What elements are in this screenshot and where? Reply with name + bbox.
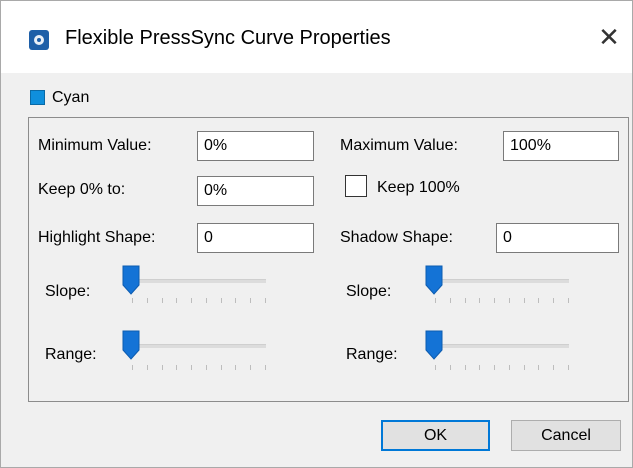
- shadow-range-label: Range:: [346, 346, 398, 363]
- slider-thumb[interactable]: [425, 265, 443, 295]
- slider-thumb[interactable]: [122, 330, 140, 360]
- channel-name: Cyan: [52, 89, 90, 106]
- slider-track[interactable]: [429, 344, 569, 348]
- slider-tick: [132, 298, 133, 303]
- slider-tick: [479, 365, 481, 370]
- slider-tick: [250, 365, 252, 370]
- close-icon[interactable]: ✕: [591, 23, 627, 55]
- slider-tick: [568, 365, 569, 370]
- keep-100-checkbox[interactable]: [345, 175, 367, 197]
- slider-tick: [235, 298, 237, 303]
- slider-tick: [494, 365, 496, 370]
- slider-tick: [191, 298, 193, 303]
- highlight-range-label: Range:: [45, 346, 97, 363]
- slider-tick: [538, 298, 540, 303]
- slider-track[interactable]: [126, 279, 266, 283]
- shadow-slope-label: Slope:: [346, 283, 392, 300]
- slider-tick: [250, 298, 252, 303]
- slider-tick: [449, 298, 451, 303]
- slider-tick: [161, 365, 163, 370]
- slider-tick: [132, 365, 133, 370]
- slider-thumb[interactable]: [425, 330, 443, 360]
- keep-0-input[interactable]: 0%: [197, 176, 314, 206]
- highlight-slope-label: Slope:: [45, 283, 91, 300]
- slider-tick: [205, 365, 207, 370]
- slider-track[interactable]: [429, 279, 569, 283]
- slider-tick: [265, 298, 266, 303]
- window-title: Flexible PressSync Curve Properties: [65, 27, 391, 49]
- channel-color-swatch: [30, 90, 45, 105]
- slider-tick: [205, 298, 207, 303]
- slider-tick: [176, 298, 178, 303]
- highlight-shape-label: Highlight Shape:: [38, 229, 156, 246]
- dialog-window: Flexible PressSync Curve Properties ✕ Cy…: [0, 0, 633, 468]
- slider-tick: [523, 365, 525, 370]
- slider-tick: [464, 365, 466, 370]
- shadow-shape-label: Shadow Shape:: [340, 229, 453, 246]
- minimum-value-label: Minimum Value:: [38, 137, 152, 154]
- slider-thumb[interactable]: [122, 265, 140, 295]
- slider-tick: [568, 298, 569, 303]
- ok-button[interactable]: OK: [381, 420, 490, 451]
- keep-100-label: Keep 100%: [377, 179, 460, 196]
- slider-tick: [449, 365, 451, 370]
- slider-tick: [220, 365, 222, 370]
- slider-tick: [146, 365, 148, 370]
- slider-tick: [523, 298, 525, 303]
- cancel-button[interactable]: Cancel: [511, 420, 621, 451]
- slider-tick: [176, 365, 178, 370]
- slider-tick: [464, 298, 466, 303]
- slider-tick: [538, 365, 540, 370]
- slider-tick: [161, 298, 163, 303]
- slider-tick: [494, 298, 496, 303]
- slider-tick: [479, 298, 481, 303]
- slider-tick: [220, 298, 222, 303]
- slider-tick: [191, 365, 193, 370]
- minimum-value-input[interactable]: 0%: [197, 131, 314, 161]
- slider-track[interactable]: [126, 344, 266, 348]
- slider-tick: [235, 365, 237, 370]
- app-icon: [29, 30, 49, 50]
- slider-tick: [508, 298, 510, 303]
- maximum-value-input[interactable]: 100%: [503, 131, 619, 161]
- slider-tick: [146, 298, 148, 303]
- maximum-value-label: Maximum Value:: [340, 137, 458, 154]
- keep-0-label: Keep 0% to:: [38, 181, 126, 198]
- slider-tick: [435, 365, 436, 370]
- slider-tick: [553, 365, 555, 370]
- shadow-shape-input[interactable]: 0: [496, 223, 619, 253]
- title-bar[interactable]: Flexible PressSync Curve Properties ✕: [1, 1, 632, 73]
- slider-tick: [265, 365, 266, 370]
- slider-tick: [508, 365, 510, 370]
- slider-tick: [553, 298, 555, 303]
- slider-tick: [435, 298, 436, 303]
- highlight-shape-input[interactable]: 0: [197, 223, 314, 253]
